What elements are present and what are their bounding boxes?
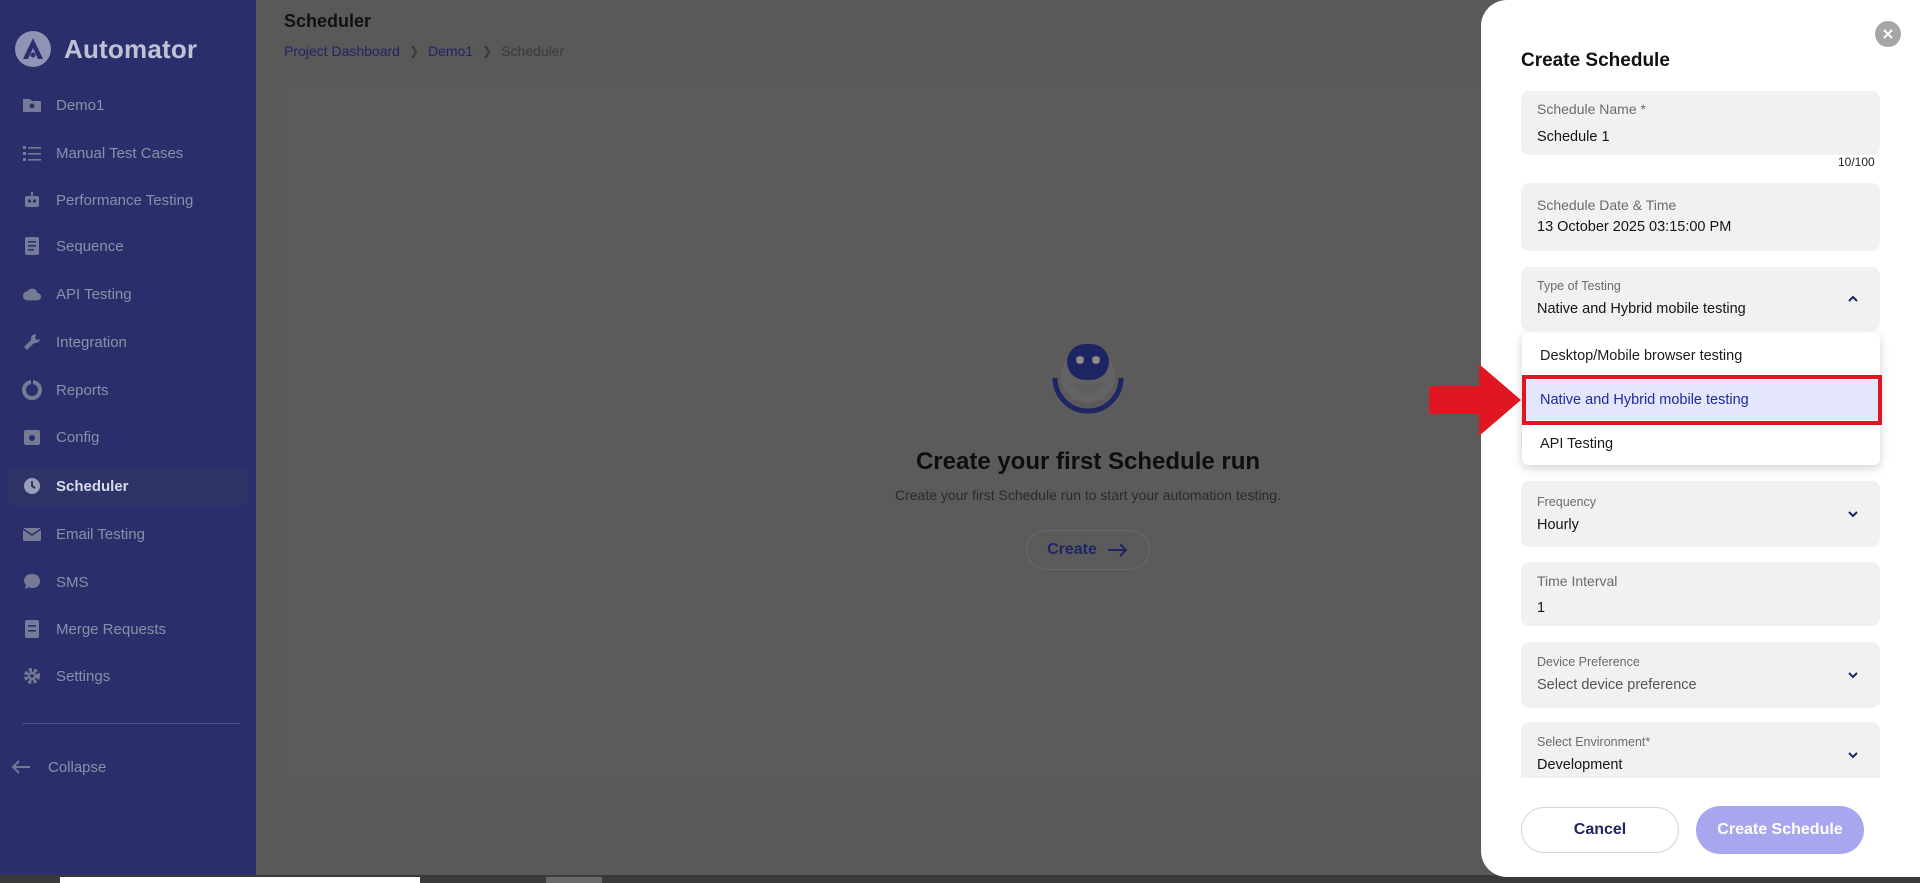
taskbar-item[interactable] <box>546 877 602 883</box>
sidebar-item-label: API Testing <box>56 285 132 303</box>
sidebar-item-label: Integration <box>56 333 127 351</box>
breadcrumb: Project Dashboard ❯ Demo1 ❯ Scheduler <box>284 43 564 59</box>
sidebar-item-label: Settings <box>56 667 111 685</box>
chevron-right-icon: ❯ <box>482 44 493 58</box>
breadcrumb-project-dashboard[interactable]: Project Dashboard <box>284 43 400 59</box>
device-preference-select[interactable]: Device Preference Select device preferen… <box>1521 642 1880 708</box>
merge-icon <box>22 619 42 639</box>
empty-state-subtitle: Create your first Schedule run to start … <box>895 487 1281 503</box>
create-schedule-button[interactable]: Create Schedule <box>1696 806 1864 854</box>
type-of-testing-value: Native and Hybrid mobile testing <box>1537 301 1746 317</box>
sidebar-item-label: Config <box>56 428 100 446</box>
sidebar-item-label: Demo1 <box>56 96 105 114</box>
sidebar-item-sms[interactable]: SMS <box>8 562 248 602</box>
sidebar-item-sequence[interactable]: Sequence <box>8 226 248 266</box>
annotation-arrow-icon <box>1429 364 1521 436</box>
sidebar-item-label: Merge Requests <box>56 620 167 638</box>
environment-select[interactable]: Select Environment* Development <box>1521 722 1880 778</box>
device-preference-label: Device Preference <box>1537 655 1640 669</box>
taskbar-item[interactable] <box>60 877 420 883</box>
schedule-datetime-value[interactable]: 13 October 2025 03:15:00 PM <box>1537 219 1731 235</box>
schedule-name-field[interactable]: Schedule Name * Schedule 1 <box>1521 91 1880 155</box>
empty-state-title: Create your first Schedule run <box>915 448 1261 475</box>
option-desktop-mobile-browser-testing[interactable]: Desktop/Mobile browser testing <box>1522 336 1880 376</box>
sidebar-item-label: Scheduler <box>56 477 129 495</box>
drawer-title: Create Schedule <box>1521 50 1670 71</box>
empty-state-card <box>286 88 1486 776</box>
environment-label: Select Environment* <box>1537 735 1651 749</box>
environment-value: Development <box>1537 757 1623 773</box>
chevron-right-icon: ❯ <box>408 44 420 58</box>
schedule-name-label: Schedule Name * <box>1537 101 1646 117</box>
collapse-label: Collapse <box>48 758 107 776</box>
time-interval-field[interactable]: Time Interval 1 <box>1521 562 1880 626</box>
app-name: Automator <box>64 33 198 64</box>
create-button-label: Create <box>1047 541 1097 558</box>
schedule-datetime-field[interactable]: Schedule Date & Time 13 October 2025 03:… <box>1521 183 1880 251</box>
sidebar-item-api-testing[interactable]: API Testing <box>8 274 248 314</box>
frequency-value: Hourly <box>1537 517 1579 533</box>
arrow-left-icon <box>10 756 32 778</box>
device-preference-placeholder: Select device preference <box>1537 677 1697 693</box>
schedule-datetime-label: Schedule Date & Time <box>1537 197 1677 213</box>
close-button[interactable] <box>1875 21 1901 47</box>
chevron-down-icon <box>1848 752 1858 759</box>
folder-icon <box>22 95 42 115</box>
robot-icon <box>22 190 42 210</box>
cancel-button[interactable]: Cancel <box>1521 807 1679 853</box>
sidebar-item-config[interactable]: Config <box>8 417 248 457</box>
frequency-select[interactable]: Frequency Hourly <box>1521 481 1880 547</box>
sidebar-item-demo1[interactable]: Demo1 <box>8 85 248 125</box>
close-icon <box>1883 29 1893 39</box>
create-schedule-run-button[interactable]: Create <box>1026 530 1150 570</box>
sidebar-item-performance-testing[interactable]: Performance Testing <box>8 180 248 220</box>
page-title: Scheduler <box>284 11 372 31</box>
char-counter: 10/100 <box>1838 155 1875 169</box>
annotation-highlight-box <box>1522 375 1882 425</box>
sidebar-item-label: Manual Test Cases <box>56 144 184 162</box>
clock-icon <box>22 476 42 496</box>
sidebar-item-scheduler[interactable]: Scheduler <box>8 466 248 506</box>
sidebar-item-label: Performance Testing <box>56 191 194 209</box>
sidebar-item-label: Reports <box>56 381 109 399</box>
chevron-down-icon <box>1848 672 1858 679</box>
frequency-label: Frequency <box>1537 495 1597 509</box>
robot-illustration-icon <box>1052 344 1124 414</box>
arrow-right-icon <box>1107 543 1128 557</box>
schedule-name-value[interactable]: Schedule 1 <box>1537 129 1610 145</box>
option-api-testing[interactable]: API Testing <box>1522 424 1880 464</box>
sidebar-item-merge-requests[interactable]: Merge Requests <box>8 609 248 649</box>
time-interval-value[interactable]: 1 <box>1537 600 1545 616</box>
automator-logo-icon <box>15 31 51 67</box>
chevron-down-icon <box>1848 511 1858 518</box>
sidebar-item-label: Email Testing <box>56 525 145 543</box>
sidebar-item-label: Sequence <box>56 237 124 255</box>
sidebar-item-email-testing[interactable]: Email Testing <box>8 514 248 554</box>
list-icon <box>22 143 42 163</box>
cloud-icon <box>22 284 42 304</box>
sidebar-item-reports[interactable]: Reports <box>8 370 248 410</box>
document-icon <box>22 236 42 256</box>
sidebar-item-settings[interactable]: Settings <box>8 656 248 696</box>
config-icon <box>22 427 42 447</box>
sidebar-divider <box>22 723 240 724</box>
chat-icon <box>22 572 42 592</box>
collapse-button[interactable]: Collapse <box>10 756 106 778</box>
mail-icon <box>22 524 42 544</box>
gear-icon <box>22 666 42 686</box>
time-interval-label: Time Interval <box>1537 573 1618 589</box>
wrench-icon <box>22 332 42 352</box>
chevron-up-icon <box>1848 295 1858 302</box>
type-of-testing-label: Type of Testing <box>1537 279 1621 293</box>
sidebar-item-label: SMS <box>56 573 89 591</box>
sidebar-item-integration[interactable]: Integration <box>8 322 248 362</box>
sidebar-item-manual-test-cases[interactable]: Manual Test Cases <box>8 133 248 173</box>
breadcrumb-demo1[interactable]: Demo1 <box>428 43 473 59</box>
app-logo[interactable]: Automator <box>14 30 197 68</box>
breadcrumb-current: Scheduler <box>501 43 565 59</box>
sidebar: Automator Demo1 Manual Test Cases Perfor… <box>0 0 256 875</box>
type-of-testing-select[interactable]: Type of Testing Native and Hybrid mobile… <box>1521 267 1880 331</box>
pie-chart-icon <box>22 380 42 400</box>
